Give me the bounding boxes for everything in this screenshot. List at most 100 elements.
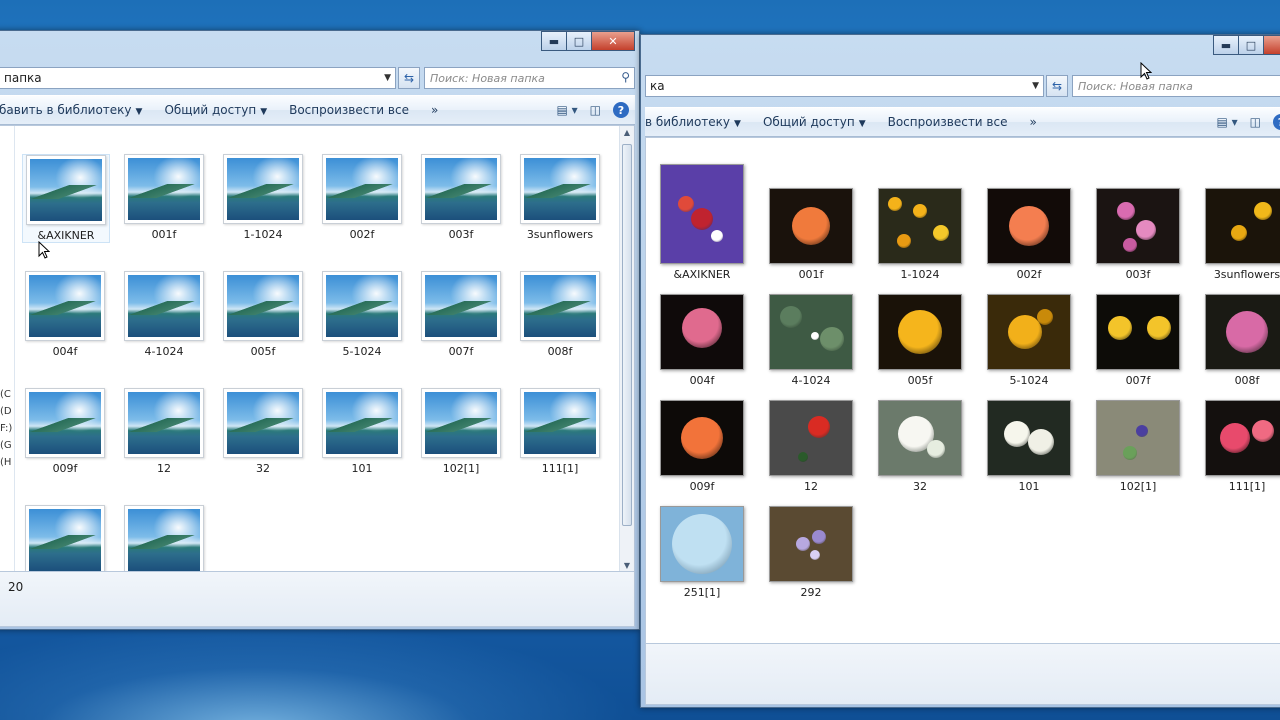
search-icon[interactable]: ⚲ bbox=[621, 70, 630, 84]
chevron-down-icon: ▼ bbox=[734, 119, 741, 129]
vertical-scrollbar[interactable]: ▲ ▼ bbox=[619, 126, 634, 572]
file-item[interactable]: 4-1024 bbox=[121, 271, 207, 358]
add-to-library-button[interactable]: в библиотеку ▼ bbox=[645, 115, 741, 129]
file-item[interactable]: 3sunflowers bbox=[1195, 188, 1280, 281]
flower-photo-thumbnail bbox=[1096, 294, 1180, 370]
more-commands-button[interactable]: » bbox=[1029, 115, 1036, 129]
chevron-down-icon[interactable]: ▼ bbox=[1032, 81, 1039, 91]
drive-item[interactable]: F:) bbox=[0, 420, 12, 437]
flower-shape bbox=[1009, 206, 1049, 246]
file-item[interactable] bbox=[121, 505, 207, 572]
file-item[interactable]: 001f bbox=[759, 188, 863, 281]
file-item[interactable]: 003f bbox=[1086, 188, 1190, 281]
file-item[interactable]: 101 bbox=[977, 400, 1081, 493]
address-row: ка ▼ ⇆ Поиск: Новая папка bbox=[645, 75, 1280, 97]
address-bar[interactable]: ка ▼ bbox=[645, 75, 1044, 97]
add-to-library-button[interactable]: бавить в библиотеку ▼ bbox=[0, 103, 142, 117]
maximize-button[interactable]: □ bbox=[566, 31, 592, 51]
refresh-icon[interactable]: ⇆ bbox=[398, 67, 420, 89]
flower-shape bbox=[1107, 316, 1132, 341]
file-item[interactable]: 005f bbox=[220, 271, 306, 358]
drive-item[interactable]: (C bbox=[0, 386, 12, 403]
file-item[interactable]: 12 bbox=[121, 388, 207, 475]
file-item[interactable]: 005f bbox=[868, 294, 972, 387]
file-item[interactable]: 009f bbox=[650, 400, 754, 493]
file-item[interactable]: 003f bbox=[418, 154, 504, 241]
file-item[interactable]: 4-1024 bbox=[759, 294, 863, 387]
close-button[interactable]: ✕ bbox=[591, 31, 635, 51]
drive-item[interactable]: (G bbox=[0, 437, 12, 454]
file-name: &AXIKNER bbox=[673, 268, 731, 281]
file-item[interactable]: 102[1] bbox=[1086, 400, 1190, 493]
share-button[interactable]: Общий доступ ▼ bbox=[164, 103, 267, 117]
preview-pane-icon[interactable]: ◫ bbox=[590, 103, 601, 117]
refresh-icon[interactable]: ⇆ bbox=[1046, 75, 1068, 97]
file-item[interactable]: 12 bbox=[759, 400, 863, 493]
flower-shape bbox=[1028, 428, 1055, 455]
file-name: 007f bbox=[448, 345, 474, 358]
file-item[interactable]: 004f bbox=[22, 271, 108, 358]
minimize-button[interactable]: ▬ bbox=[1213, 35, 1239, 55]
play-all-button[interactable]: Воспроизвести все bbox=[888, 115, 1008, 129]
file-item[interactable]: &AXIKNER bbox=[650, 164, 754, 281]
file-item[interactable]: 001f bbox=[121, 154, 207, 241]
preview-pane-icon[interactable]: ◫ bbox=[1250, 115, 1261, 129]
image-thumbnail bbox=[223, 154, 303, 224]
file-item[interactable]: 5-1024 bbox=[319, 271, 405, 358]
address-bar[interactable]: папка ▼ bbox=[0, 67, 396, 89]
flower-shape bbox=[1254, 202, 1273, 221]
file-item[interactable]: 292 bbox=[759, 506, 863, 599]
file-item[interactable]: 1-1024 bbox=[220, 154, 306, 241]
flower-shape bbox=[1003, 421, 1030, 448]
more-commands-button[interactable]: » bbox=[431, 103, 438, 117]
scrollbar-thumb[interactable] bbox=[622, 144, 632, 526]
share-button[interactable]: Общий доступ ▼ bbox=[763, 115, 866, 129]
search-input[interactable]: Поиск: Новая папка ⚲ bbox=[424, 67, 635, 89]
help-icon[interactable]: ? bbox=[613, 102, 629, 118]
change-view-icon[interactable]: ▤ ▾ bbox=[1216, 115, 1237, 129]
file-item[interactable]: 5-1024 bbox=[977, 294, 1081, 387]
play-all-button[interactable]: Воспроизвести все bbox=[289, 103, 409, 117]
file-item[interactable]: 008f bbox=[517, 271, 603, 358]
image-thumbnail bbox=[124, 388, 204, 458]
file-item[interactable]: 007f bbox=[1086, 294, 1190, 387]
file-item[interactable]: 111[1] bbox=[1195, 400, 1280, 493]
help-icon[interactable]: ? bbox=[1273, 114, 1280, 130]
close-button[interactable]: ✕ bbox=[1263, 35, 1280, 55]
image-thumbnail bbox=[124, 505, 204, 572]
file-item[interactable]: 002f bbox=[319, 154, 405, 241]
flower-photo-thumbnail bbox=[769, 506, 853, 582]
file-item[interactable]: &AXIKNER bbox=[22, 154, 110, 243]
drive-item[interactable]: (D bbox=[0, 403, 12, 420]
file-item[interactable]: 111[1] bbox=[517, 388, 603, 475]
file-item[interactable] bbox=[22, 505, 108, 572]
file-item[interactable]: 009f bbox=[22, 388, 108, 475]
file-item[interactable]: 101 bbox=[319, 388, 405, 475]
flower-photo-thumbnail bbox=[769, 188, 853, 264]
flower-shape bbox=[896, 233, 911, 248]
flower-shape bbox=[677, 196, 694, 213]
flower-photo-thumbnail bbox=[987, 294, 1071, 370]
file-item[interactable]: 007f bbox=[418, 271, 504, 358]
file-name: &AXIKNER bbox=[37, 229, 95, 242]
file-item[interactable]: 32 bbox=[868, 400, 972, 493]
file-item[interactable]: 1-1024 bbox=[868, 188, 972, 281]
change-view-icon[interactable]: ▤ ▾ bbox=[556, 103, 577, 117]
chevron-down-icon[interactable]: ▼ bbox=[384, 73, 391, 83]
file-item[interactable]: 102[1] bbox=[418, 388, 504, 475]
image-thumbnail bbox=[520, 388, 600, 458]
scroll-up-icon[interactable]: ▲ bbox=[620, 128, 634, 137]
file-item[interactable]: 3sunflowers bbox=[517, 154, 603, 241]
file-item[interactable]: 008f bbox=[1195, 294, 1280, 387]
maximize-button[interactable]: □ bbox=[1238, 35, 1264, 55]
flower-photo-thumbnail bbox=[1205, 400, 1280, 476]
file-item[interactable]: 251[1] bbox=[650, 506, 754, 599]
scroll-down-icon[interactable]: ▼ bbox=[620, 561, 634, 570]
navigation-pane: (C (D F:) (G (H bbox=[0, 126, 15, 572]
search-input[interactable]: Поиск: Новая папка bbox=[1072, 75, 1280, 97]
file-item[interactable]: 32 bbox=[220, 388, 306, 475]
drive-item[interactable]: (H bbox=[0, 454, 12, 471]
minimize-button[interactable]: ▬ bbox=[541, 31, 567, 51]
file-item[interactable]: 004f bbox=[650, 294, 754, 387]
file-item[interactable]: 002f bbox=[977, 188, 1081, 281]
